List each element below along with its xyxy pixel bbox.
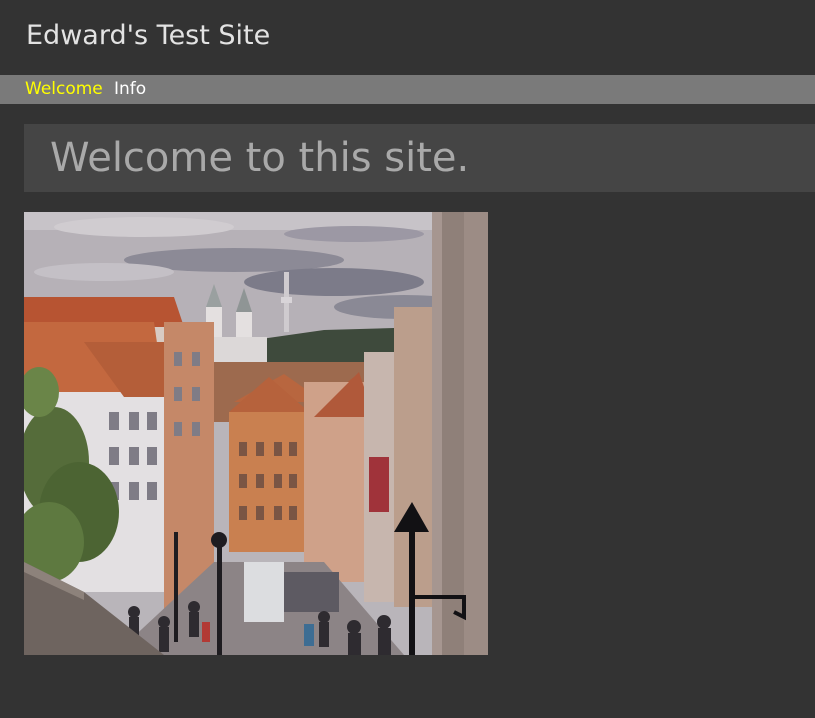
site-header: Edward's Test Site: [0, 0, 815, 75]
nav-link-welcome[interactable]: Welcome: [25, 79, 103, 99]
page-heading: Welcome to this site.: [50, 135, 470, 181]
city-street-photo: [24, 212, 488, 655]
site-title: Edward's Test Site: [26, 20, 271, 51]
welcome-banner: Welcome to this site.: [24, 124, 815, 192]
nav-link-info[interactable]: Info: [114, 79, 146, 99]
nav-bar: Welcome Info: [0, 75, 815, 104]
